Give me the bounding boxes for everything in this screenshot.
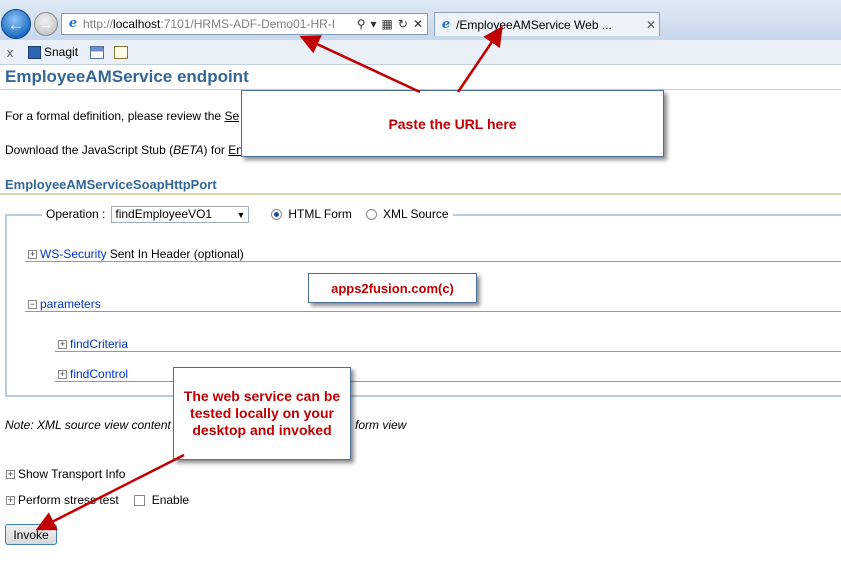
ws-security-link[interactable]: WS-Security xyxy=(40,247,107,261)
port-divider xyxy=(0,193,841,195)
parameters-divider xyxy=(25,311,841,312)
xml-source-label[interactable]: XML Source xyxy=(383,207,449,221)
forward-arrow-icon: → xyxy=(39,16,53,32)
parameters-row: − parameters xyxy=(28,297,101,311)
ws-security-text: Sent In Header (optional) xyxy=(109,247,244,261)
address-tools: ⚲ ▾ ▦ ↻ ✕ xyxy=(352,17,427,31)
ie-tab-icon: e xyxy=(441,16,451,32)
xml-source-radio[interactable] xyxy=(365,208,377,220)
port-title: EmployeeAMServiceSoapHttpPort xyxy=(5,177,217,192)
expand-plus-icon[interactable]: + xyxy=(28,249,37,259)
download-text: Download the JavaScript Stub (BETA) for … xyxy=(5,143,243,157)
operation-fieldset xyxy=(5,214,841,397)
snagit-label[interactable]: Snagit xyxy=(44,45,78,59)
callout-paste-url: Paste the URL here xyxy=(241,90,664,157)
chevron-down-icon: ▼ xyxy=(236,209,246,220)
toolbar-close-icon[interactable]: x xyxy=(0,45,20,60)
expand-plus-icon[interactable]: + xyxy=(58,339,67,349)
page-title: EmployeeAMService endpoint xyxy=(5,67,249,86)
ws-security-row: + WS-Security Sent In Header (optional) xyxy=(28,247,244,261)
operation-select[interactable]: findEmployeeVO1 ▼ xyxy=(111,205,250,223)
enable-label[interactable]: Enable xyxy=(152,493,189,507)
forward-button[interactable]: → xyxy=(34,12,58,36)
parameters-link[interactable]: parameters xyxy=(40,297,101,311)
html-form-radio[interactable] xyxy=(271,208,283,220)
find-control-link[interactable]: findControl xyxy=(70,367,128,381)
ws-security-divider xyxy=(25,261,841,262)
stress-test-row: + Perform stress test Enable xyxy=(6,493,189,507)
ie-page-icon: e xyxy=(68,16,78,31)
invoke-button[interactable]: Invoke xyxy=(5,524,57,545)
tab-close-icon[interactable]: ✕ xyxy=(643,18,659,32)
browser-tab[interactable]: e /EmployeeAMService Web ... ✕ xyxy=(434,12,660,36)
stop-icon[interactable]: ✕ xyxy=(413,17,423,31)
expand-plus-icon[interactable]: + xyxy=(58,369,67,379)
enable-checkbox[interactable] xyxy=(133,494,145,506)
capture-window-icon[interactable] xyxy=(90,45,105,59)
find-control-row: + findControl xyxy=(58,367,128,381)
snagit-editor-icon[interactable] xyxy=(114,45,129,59)
callout-brand: apps2fusion.com(c) xyxy=(308,273,477,303)
find-criteria-divider xyxy=(55,351,841,352)
html-form-label[interactable]: HTML Form xyxy=(288,207,352,221)
search-icon[interactable]: ⚲ xyxy=(357,17,366,31)
url-text[interactable]: http://localhost:7101/HRMS-ADF-Demo01-HR… xyxy=(83,17,353,31)
note-text: Note: XML source view content xyxy=(5,418,171,432)
expand-plus-icon[interactable]: + xyxy=(6,469,15,479)
perform-stress-label[interactable]: Perform stress test xyxy=(18,493,119,507)
definition-text: For a formal definition, please review t… xyxy=(5,109,240,123)
address-bar[interactable]: e http://localhost:7101/HRMS-ADF-Demo01-… xyxy=(61,13,428,35)
definition-link[interactable]: Se xyxy=(224,109,239,123)
back-button[interactable]: ← xyxy=(1,9,31,39)
operation-legend: Operation : findEmployeeVO1 ▼ HTML Form … xyxy=(42,205,453,223)
show-transport-label[interactable]: Show Transport Info xyxy=(18,467,125,481)
note-text-tail: form view xyxy=(355,418,407,432)
dropdown-icon[interactable]: ▾ xyxy=(371,17,377,31)
find-criteria-row: + findCriteria xyxy=(58,337,128,351)
refresh-icon[interactable]: ↻ xyxy=(398,17,408,31)
find-criteria-link[interactable]: findCriteria xyxy=(70,337,128,351)
operation-label: Operation : xyxy=(46,207,106,221)
back-arrow-icon: ← xyxy=(7,14,25,34)
toolbar: x Snagit xyxy=(0,40,841,65)
operation-select-value: findEmployeeVO1 xyxy=(115,207,213,221)
compat-view-icon[interactable]: ▦ xyxy=(382,17,393,31)
transport-info-row: + Show Transport Info xyxy=(6,467,125,481)
snagit-icon[interactable] xyxy=(28,45,41,59)
callout-web-service: The web service can be tested locally on… xyxy=(173,367,351,460)
collapse-minus-icon[interactable]: − xyxy=(28,299,37,309)
expand-plus-icon[interactable]: + xyxy=(6,495,15,505)
tab-label: /EmployeeAMService Web ... xyxy=(456,17,612,32)
arrow-to-invoke xyxy=(35,453,185,531)
